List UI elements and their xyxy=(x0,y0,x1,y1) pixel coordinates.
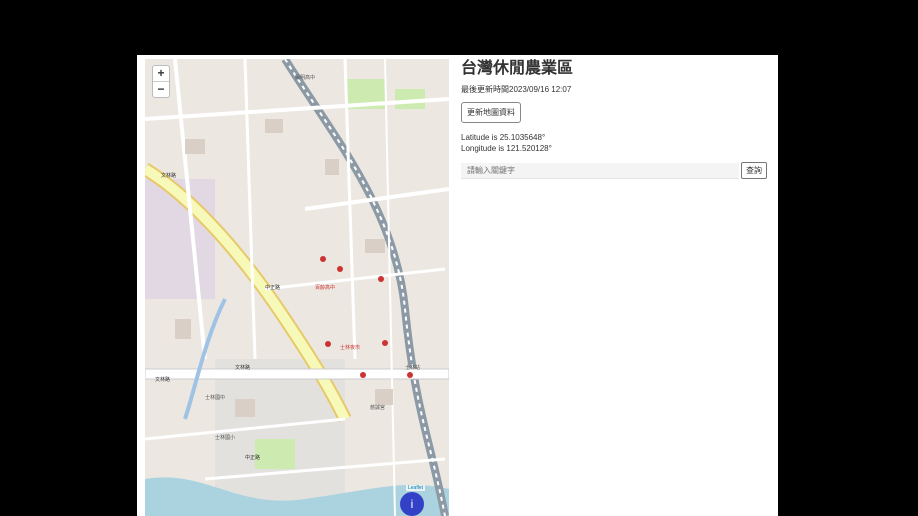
map-label-poi-4: 士林夜市 xyxy=(340,344,360,351)
side-panel: 台灣休閒農業區 最後更新時間2023/09/16 12:07 更新地圖資料 La… xyxy=(461,59,767,179)
map-attribution[interactable]: Leaflet xyxy=(405,485,425,491)
search-row: 查詢 xyxy=(461,162,767,179)
map-view[interactable]: 文林路 文林路 文林路 中正路 中正路 士林國中 百齡高中 陽明高中 士林夜市 … xyxy=(145,59,449,516)
longitude-text: Longitude is 121.520128° xyxy=(461,144,552,153)
map-label-poi-2: 百齡高中 xyxy=(315,284,335,291)
zoom-out-button[interactable]: − xyxy=(153,81,169,97)
refresh-map-button[interactable]: 更新地圖資料 xyxy=(461,102,521,123)
zoom-in-button[interactable]: + xyxy=(153,66,169,81)
map-label-poi-3: 陽明高中 xyxy=(295,74,315,81)
last-updated-text: 最後更新時間2023/09/16 12:07 xyxy=(461,85,572,94)
map-label-road-3: 文林路 xyxy=(161,172,176,179)
map-label-poi-5: 慈誠宮 xyxy=(370,404,385,411)
search-input[interactable] xyxy=(461,162,739,179)
latitude-text: Latitude is 25.1035648° xyxy=(461,133,546,142)
map-label-poi-1: 士林國中 xyxy=(205,394,225,401)
map-label-road-2: 文林路 xyxy=(235,364,250,371)
search-button[interactable]: 查詢 xyxy=(741,162,767,179)
map-label-road-5: 中正路 xyxy=(245,454,260,461)
map-tiles[interactable]: 文林路 文林路 文林路 中正路 中正路 士林國中 百齡高中 陽明高中 士林夜市 … xyxy=(145,59,449,516)
app-page: 文林路 文林路 文林路 中正路 中正路 士林國中 百齡高中 陽明高中 士林夜市 … xyxy=(137,55,778,516)
map-label-poi-7: 士林國小 xyxy=(215,434,235,441)
info-icon[interactable]: i xyxy=(400,492,424,516)
coordinates: Latitude is 25.1035648° Longitude is 121… xyxy=(461,132,767,154)
page-title: 台灣休閒農業區 xyxy=(461,60,574,77)
map-label-poi-6: 士林站 xyxy=(405,364,420,371)
map-label-road-1: 文林路 xyxy=(155,376,170,383)
zoom-control: + − xyxy=(152,65,170,98)
map-label-road-4: 中正路 xyxy=(265,284,280,291)
